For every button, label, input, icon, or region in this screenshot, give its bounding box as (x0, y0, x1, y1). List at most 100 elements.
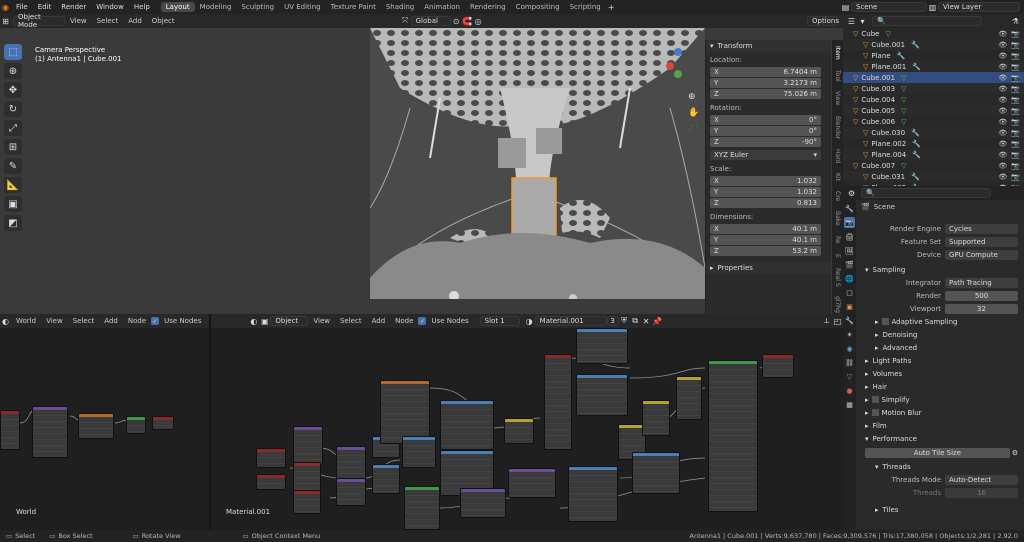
shader-use-nodes-checkbox[interactable]: ✓ (418, 317, 427, 325)
cursor-tool-icon[interactable]: ⊕ (4, 63, 22, 79)
tab-layout[interactable]: Layout (160, 2, 195, 12)
menu-help[interactable]: Help (129, 3, 155, 11)
feature-set-dropdown[interactable]: Supported (945, 236, 1018, 247)
node-colorramp-e[interactable] (576, 328, 628, 364)
n-tab-bake[interactable]: Bake (834, 211, 841, 226)
scale-tool-icon[interactable]: ⤢ (4, 120, 22, 136)
scale-z-field[interactable]: Z 0.813 (710, 198, 821, 208)
n-tab-blender[interactable]: Blender (834, 116, 841, 139)
node-texture-b[interactable] (336, 478, 366, 506)
n-tab-view[interactable]: View (834, 91, 841, 105)
threads-count-field[interactable]: 16 (945, 487, 1018, 498)
auto-tile-settings-icon[interactable]: ⚙ (1012, 449, 1018, 457)
collection-tab-icon[interactable]: ▢ (844, 287, 855, 298)
n-tab-real-s[interactable]: Real S (834, 268, 841, 287)
world-node-output[interactable] (152, 416, 174, 430)
visibility-eye-icon[interactable]: 👁 (998, 107, 1007, 115)
tab-scripting[interactable]: Scripting (565, 2, 606, 12)
viewport-menu-select[interactable]: Select (92, 17, 124, 25)
auto-tile-button[interactable]: Auto Tile Size (865, 447, 1010, 458)
pivot-icon[interactable]: ⊙ (451, 16, 462, 26)
properties-search-input[interactable]: 🔍 (861, 188, 991, 198)
visibility-eye-icon[interactable]: 👁 (998, 118, 1007, 126)
tab-animation[interactable]: Animation (419, 2, 465, 12)
node-editor[interactable]: World Material.001 (0, 328, 843, 530)
texture-tab-icon[interactable]: ▦ (844, 399, 855, 410)
gizmo-x-icon[interactable] (666, 62, 674, 70)
location-z-field[interactable]: Z 75.026 m (710, 89, 821, 99)
particles-tab-icon[interactable]: ✶ (844, 329, 855, 340)
integrator-dropdown[interactable]: Path Tracing (945, 277, 1018, 288)
rotation-z-field[interactable]: Z -90° (710, 137, 821, 147)
view-layer-icon[interactable]: ▥ (927, 2, 938, 12)
visibility-eye-icon[interactable]: 👁 (998, 96, 1007, 104)
view-layer-field[interactable]: View Layer (938, 2, 1020, 12)
node-colorramp-f[interactable] (576, 374, 628, 416)
adaptive-checkbox[interactable] (881, 318, 889, 325)
simplify-checkbox[interactable] (871, 396, 879, 403)
advanced-panel[interactable]: ▸ Advanced (857, 341, 1024, 354)
visibility-eye-icon[interactable]: 👁 (998, 151, 1007, 159)
node-texcoord-b[interactable] (256, 474, 286, 490)
motion-blur-panel[interactable]: ▸ Motion Blur (857, 406, 1024, 419)
node-texcoord-a[interactable] (256, 448, 286, 468)
data-tab-icon[interactable]: ▽ (844, 371, 855, 382)
n-tab-kit[interactable]: Kit (834, 173, 841, 181)
orientation-dropdown[interactable]: Global (410, 16, 451, 26)
threads-panel[interactable]: ▾ Threads (857, 460, 1024, 473)
tiles-panel[interactable]: ▸ Tiles (857, 503, 1024, 516)
node-colorramp-g[interactable] (632, 452, 680, 494)
n-tab-hard[interactable]: Hard (834, 149, 841, 163)
rotate-tool-icon[interactable]: ↻ (4, 101, 22, 117)
render-visibility-icon[interactable]: 📷 (1011, 162, 1020, 170)
render-visibility-icon[interactable]: 📷 (1011, 96, 1020, 104)
world-node-mapping[interactable] (32, 406, 68, 458)
shader-menu-view[interactable]: View (308, 317, 335, 325)
outliner-row[interactable]: ▽ Plane.001 🔧 👁 📷 (843, 61, 1024, 72)
snap-icon[interactable]: 🧲 (462, 16, 473, 26)
dimensions-z-field[interactable]: Z 53.2 m (710, 246, 821, 256)
device-dropdown[interactable]: GPU Compute (945, 249, 1018, 260)
outliner-row[interactable]: ▽ Cube.031 🔧 👁 📷 (843, 171, 1024, 182)
node-vector-a[interactable] (293, 462, 321, 492)
pin-icon[interactable]: 📌 (652, 316, 663, 326)
constraints-tab-icon[interactable]: ⛓ (844, 357, 855, 368)
tab-compositing[interactable]: Compositing (511, 2, 565, 12)
node-material-output[interactable] (762, 354, 794, 378)
outliner-row[interactable]: ▽ Plane 🔧 👁 📷 (843, 50, 1024, 61)
modifier-tab-icon[interactable]: 🔧 (844, 315, 855, 326)
tab-modeling[interactable]: Modeling (195, 2, 237, 12)
render-tab-icon[interactable]: 📷 (844, 217, 855, 228)
denoising-panel[interactable]: ▸ Denoising (857, 328, 1024, 341)
scene-tab-icon[interactable]: 🎬 (844, 259, 855, 270)
rotation-mode-dropdown[interactable]: XYZ Euler ▾ (710, 150, 821, 160)
material-tab-icon[interactable]: ● (844, 385, 855, 396)
object-tab-icon[interactable]: ▣ (844, 301, 855, 312)
outliner-filter-icon[interactable]: ▾ (857, 16, 868, 26)
node-mix-a[interactable] (504, 418, 534, 444)
nav-gizmo[interactable] (664, 48, 694, 92)
node-colorramp-a[interactable] (402, 436, 436, 468)
rotation-x-field[interactable]: X 0° (710, 115, 821, 125)
outliner-row[interactable]: ▽ Cube.030 🔧 👁 📷 (843, 127, 1024, 138)
viewport-menu-add[interactable]: Add (123, 17, 147, 25)
visibility-eye-icon[interactable]: 👁 (998, 41, 1007, 49)
scale-x-field[interactable]: X 1.032 (710, 176, 821, 186)
visibility-eye-icon[interactable]: 👁 (998, 129, 1007, 137)
node-principled-bsdf[interactable] (708, 360, 758, 512)
pan-icon[interactable]: ✋ (688, 108, 699, 118)
gizmo-z-icon[interactable] (674, 48, 682, 56)
move-tool-icon[interactable]: ✥ (4, 82, 22, 98)
visibility-eye-icon[interactable]: 👁 (998, 173, 1007, 181)
visibility-eye-icon[interactable]: 👁 (998, 63, 1007, 71)
simplify-panel[interactable]: ▸ Simplify (857, 393, 1024, 406)
object-type-icon[interactable]: ▣ (259, 316, 270, 326)
overlay-node-icon[interactable]: ◰ (832, 316, 843, 326)
material-users[interactable]: 3 (606, 316, 619, 326)
render-engine-dropdown[interactable]: Cycles (945, 223, 1018, 234)
material-browse-icon[interactable]: ◑ (524, 316, 535, 326)
world-editor-type-icon[interactable]: ◐ (0, 316, 11, 326)
sampling-panel[interactable]: ▾ Sampling (857, 263, 1024, 276)
render-visibility-icon[interactable]: 📷 (1011, 107, 1020, 115)
outliner-row[interactable]: ▽ Cube.004 ▽ 👁 📷 (843, 94, 1024, 105)
